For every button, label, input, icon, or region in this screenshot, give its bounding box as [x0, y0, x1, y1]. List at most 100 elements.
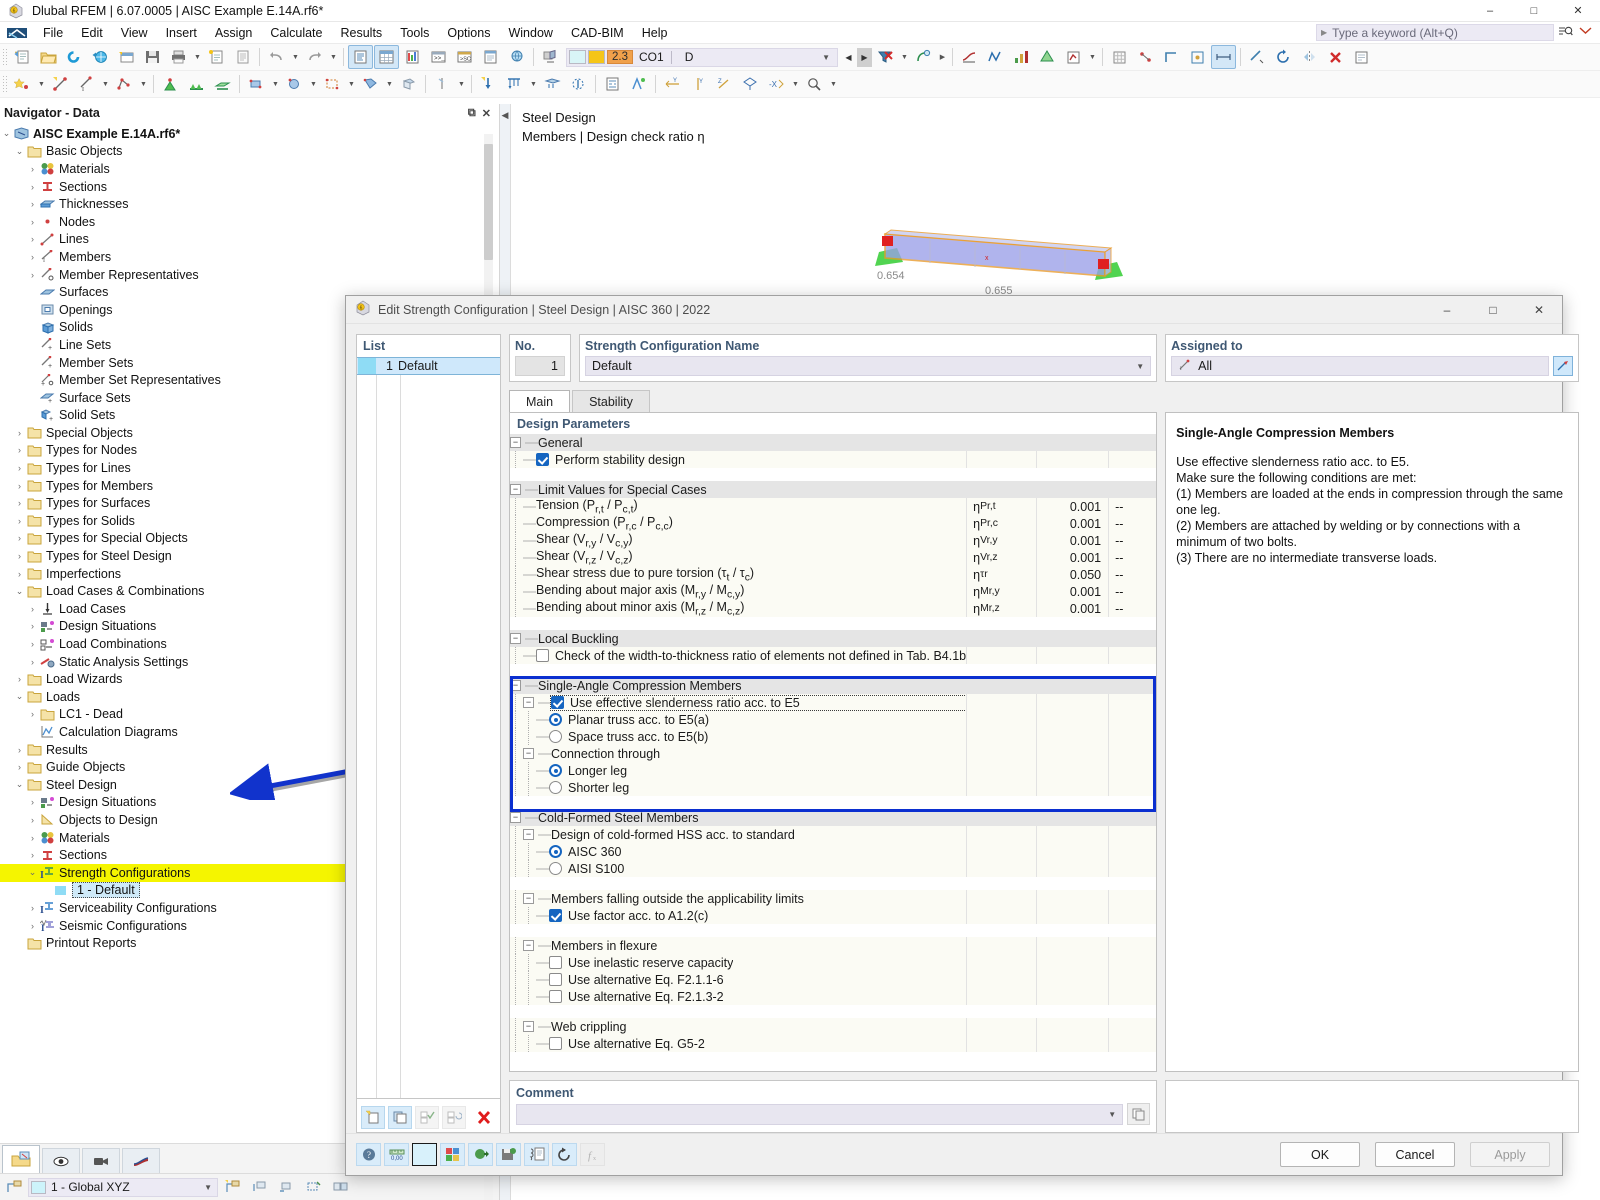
results-table-button[interactable]	[400, 45, 425, 69]
navigator-panel-button[interactable]	[348, 45, 373, 69]
grid-row-use-alternative-eq-g5-2[interactable]: Use alternative Eq. G5-2	[510, 1035, 1157, 1052]
new-member-button[interactable]: I	[74, 72, 99, 96]
grid-row-longer-leg[interactable]: Longer leg	[510, 762, 1157, 779]
imperfection-dropdown-icon[interactable]: ▼	[456, 72, 467, 96]
grid-row-aisi-s100[interactable]: AISI S100	[510, 860, 1157, 877]
new-configuration-button[interactable]	[361, 1106, 385, 1129]
tree-twisty-closed-icon[interactable]: ›	[26, 638, 39, 651]
grid-subgroup-members-in-flexure[interactable]: − Members in flexure	[510, 937, 1157, 954]
checkbox-perform-stability-design[interactable]	[536, 453, 549, 466]
copy-configuration-button[interactable]	[388, 1106, 412, 1129]
report-list-button[interactable]	[478, 45, 503, 69]
ortho-button[interactable]	[1159, 45, 1184, 69]
grid-row-perform-stability-design[interactable]: Perform stability design	[510, 451, 1157, 468]
tree-twisty-closed-icon[interactable]: ›	[26, 198, 39, 211]
undo-dropdown-icon[interactable]: ▼	[290, 45, 301, 69]
menu-file[interactable]: File	[34, 24, 72, 42]
globe-button[interactable]	[504, 45, 529, 69]
object-snap-button[interactable]	[1185, 45, 1210, 69]
navigator-tab-video[interactable]	[82, 1148, 120, 1173]
navigator-tab-display[interactable]	[42, 1148, 80, 1173]
tree-twisty-closed-icon[interactable]: ›	[13, 514, 26, 527]
zoom-window-button[interactable]	[802, 72, 827, 96]
menu-assign[interactable]: Assign	[206, 24, 262, 42]
view-dropdown-icon[interactable]: ▼	[790, 72, 801, 96]
rotate-button[interactable]	[1271, 45, 1296, 69]
grid-row-use-alternative-eq-f2-1-3-2[interactable]: Use alternative Eq. F2.1.3-2	[510, 988, 1157, 1005]
design-parameters-grid[interactable]: Design Parameters − General Perform stabil…	[509, 412, 1158, 1072]
polyline-dropdown-icon[interactable]: ▼	[138, 72, 149, 96]
cancel-button[interactable]: Cancel	[1375, 1142, 1455, 1167]
grid-cell-value[interactable]: 0.001	[1036, 600, 1108, 617]
library-button[interactable]	[524, 1143, 549, 1166]
toolbar-grip[interactable]	[2, 75, 7, 93]
grid-row-compression-pr-c-pc-c[interactable]: Compression (Pr,c / Pc,c) η Pr,c 0.001 --	[510, 515, 1157, 532]
tree-item-nodes[interactable]: › Nodes	[0, 213, 499, 231]
view-iso-button[interactable]	[738, 72, 763, 96]
name-input[interactable]: Default ▼	[585, 356, 1152, 376]
menu-window[interactable]: Window	[499, 24, 561, 42]
new-surface-load-button[interactable]	[540, 72, 565, 96]
view-xz-button[interactable]: -X	[764, 72, 789, 96]
chevron-down-icon[interactable]: ▼	[204, 1183, 217, 1192]
zoom-dropdown-icon[interactable]: ▼	[828, 72, 839, 96]
tree-twisty-closed-icon[interactable]: ›	[26, 901, 39, 914]
navigator-tab-tools[interactable]	[122, 1148, 160, 1173]
model-package-button[interactable]	[88, 45, 113, 69]
expander-icon[interactable]: −	[523, 829, 534, 840]
grid-group-single-angle-compression-members[interactable]: − Single-Angle Compression Members	[510, 677, 1157, 694]
new-nodal-load-button[interactable]	[476, 72, 501, 96]
tree-twisty-closed-icon[interactable]: ›	[13, 567, 26, 580]
grid-row-shear-vr-z-vc-z[interactable]: Shear (Vr,z / Vc,z) η Vr,z 0.001 --	[510, 549, 1157, 566]
menu-cad-bim[interactable]: CAD-BIM	[562, 24, 633, 42]
printout-report-button[interactable]	[204, 45, 229, 69]
comment-library-button[interactable]	[1127, 1103, 1151, 1125]
minimize-button[interactable]: –	[1468, 0, 1512, 22]
grid-row-use-effective-slenderness-ratio-acc-to-e5[interactable]: − Use effective slenderness ratio acc. to…	[510, 694, 1157, 711]
view-top-button[interactable]: Z	[712, 72, 737, 96]
tree-twisty-open-icon[interactable]: ⌄	[0, 127, 13, 140]
results-dropdown-icon[interactable]: ▼	[1087, 45, 1098, 69]
help-button[interactable]: ?	[356, 1143, 381, 1166]
expander-icon[interactable]: −	[510, 437, 521, 448]
tree-twisty-closed-icon[interactable]: ›	[13, 532, 26, 545]
calculate-all-button[interactable]	[626, 72, 651, 96]
delete-configuration-button[interactable]	[472, 1106, 496, 1129]
expander-icon[interactable]: −	[510, 812, 521, 823]
tree-twisty-closed-icon[interactable]: ›	[26, 602, 39, 615]
dialog-close-button[interactable]: ✕	[1516, 296, 1562, 323]
tree-twisty-closed-icon[interactable]: ›	[13, 550, 26, 563]
grid-row-shear-vr-y-vc-y[interactable]: Shear (Vr,y / Vc,y) η Vr,y 0.001 --	[510, 532, 1157, 549]
visibility-button[interactable]	[911, 45, 936, 69]
tree-item-materials[interactable]: › Materials	[0, 160, 499, 178]
tree-twisty-closed-icon[interactable]: ›	[26, 268, 39, 281]
dialog-maximize-button[interactable]: □	[1470, 296, 1516, 323]
navigator-tab-data[interactable]	[2, 1145, 40, 1173]
menu-options[interactable]: Options	[438, 24, 499, 42]
table-panel-button[interactable]	[374, 45, 399, 69]
tree-twisty-closed-icon[interactable]: ›	[13, 462, 26, 475]
grid-row-aisc-360[interactable]: AISC 360	[510, 843, 1157, 860]
grid-subgroup-web-crippling[interactable]: − Web crippling	[510, 1018, 1157, 1035]
grid-row-check-of-the-width-to-thickness-ratio-of-ele[interactable]: Check of the width-to-thickness ratio of…	[510, 647, 1157, 664]
radio-longer-leg[interactable]	[549, 764, 562, 777]
steel-design-results-button[interactable]	[1061, 45, 1086, 69]
maximize-button[interactable]: □	[1512, 0, 1556, 22]
expander-icon[interactable]: −	[523, 1021, 534, 1032]
nodal-support-button[interactable]	[158, 72, 183, 96]
grid-cell-value[interactable]: 0.001	[1036, 583, 1108, 600]
tree-item-aisc-example-e-14a-rf6[interactable]: ⌄ AISC Example E.14A.rf6*	[0, 125, 499, 143]
script-button[interactable]: >SC	[452, 45, 477, 69]
dimension-button[interactable]	[1211, 45, 1236, 69]
toolbar-grip[interactable]	[2, 48, 7, 66]
checkbox-use-inelastic-reserve-capacity[interactable]	[549, 956, 562, 969]
checkbox-use-factor-acc-to-a1-2-c[interactable]	[549, 909, 562, 922]
print-dropdown-icon[interactable]: ▼	[192, 45, 203, 69]
grid-subgroup-design-of-cold-formed-hss-acc-to-standard[interactable]: − Design of cold-formed HSS acc. to stand…	[510, 826, 1157, 843]
radio-space-truss-acc-to-e5-b[interactable]	[549, 730, 562, 743]
grid-cell-value[interactable]: 0.001	[1036, 515, 1108, 532]
tree-twisty-open-icon[interactable]: ⌄	[13, 145, 26, 158]
menu-calculate[interactable]: Calculate	[261, 24, 331, 42]
view-coordinate-system-button[interactable]	[301, 1175, 326, 1199]
redo-button[interactable]	[302, 45, 327, 69]
